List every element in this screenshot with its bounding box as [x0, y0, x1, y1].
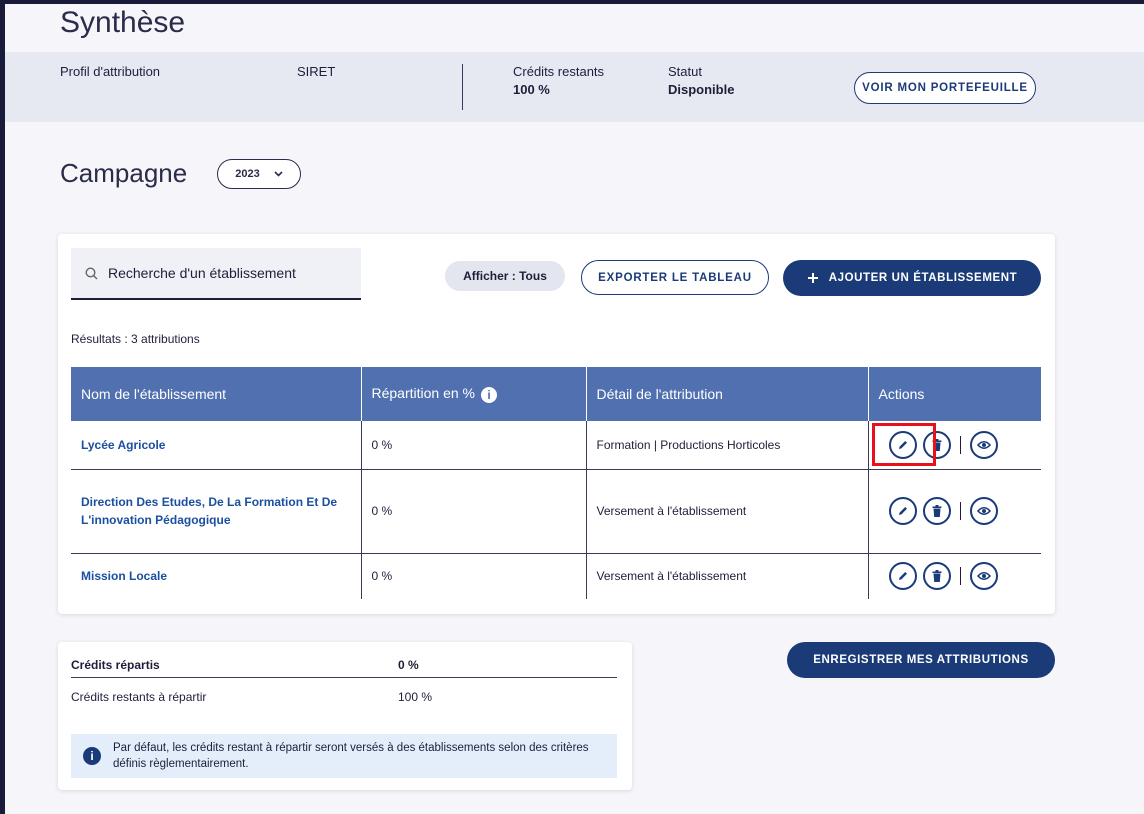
- establishment-name[interactable]: Mission Locale: [71, 553, 362, 599]
- credits-remaining-label: Crédits restants à répartir: [71, 690, 207, 704]
- establishment-name[interactable]: Lycée Agricole: [71, 421, 362, 470]
- actions-cell: [868, 469, 1041, 554]
- table-row: Direction Des Etudes, De La Formation Et…: [71, 469, 1041, 554]
- credits-allocated-row: Crédits répartis 0 %: [71, 652, 617, 678]
- actions-divider: [959, 502, 961, 520]
- year-value: 2023: [235, 168, 260, 180]
- detail-cell: Formation | Productions Horticoles: [586, 421, 869, 470]
- search-box[interactable]: [71, 248, 361, 300]
- edit-button[interactable]: [888, 562, 917, 591]
- column-percent-label: Répartition en %: [371, 385, 476, 402]
- percent-cell: 0 %: [361, 553, 587, 599]
- year-select[interactable]: 2023: [217, 159, 301, 189]
- credits-remaining-value: 100 %: [398, 690, 433, 704]
- eye-icon: [977, 506, 991, 516]
- info-icon[interactable]: i: [481, 386, 498, 403]
- view-button[interactable]: [970, 497, 998, 525]
- detail-cell: Versement à l'établissement: [586, 553, 869, 599]
- attributions-table: Nom de l'établissement Répartition en % i…: [71, 367, 1041, 599]
- credits-allocated-label: Crédits répartis: [71, 657, 160, 672]
- info-note: i Par défaut, les crédits restant à répa…: [71, 734, 617, 778]
- chevron-down-icon: [274, 171, 283, 177]
- column-header: Répartition en % i: [361, 367, 587, 421]
- results-count: Résultats : 3 attributions: [71, 332, 200, 346]
- info-icon: i: [83, 747, 101, 765]
- delete-button[interactable]: [922, 497, 951, 525]
- search-input[interactable]: [108, 265, 338, 281]
- view-button[interactable]: [970, 562, 998, 591]
- credits-value: 100 %: [513, 82, 550, 97]
- summary-divider: [462, 64, 463, 110]
- edit-highlight-box: [872, 423, 936, 466]
- edit-button[interactable]: [888, 497, 917, 525]
- credits-remaining-row: Crédits restants à répartir 100 %: [71, 684, 617, 710]
- actions-divider: [959, 567, 961, 586]
- detail-cell: Versement à l'établissement: [586, 469, 869, 554]
- column-actions-label: Actions: [878, 386, 925, 402]
- status-label: Statut: [668, 64, 702, 79]
- actions-divider: [959, 435, 961, 454]
- siret-label: SIRET: [297, 64, 336, 79]
- page-title: Synthèse: [60, 6, 186, 39]
- export-button[interactable]: EXPORTER LE TABLEAU: [581, 260, 769, 295]
- add-button-label: AJOUTER UN ÉTABLISSEMENT: [828, 272, 1018, 284]
- save-attributions-button[interactable]: ENREGISTRER MES ATTRIBUTIONS: [787, 642, 1055, 678]
- wallet-button[interactable]: VOIR MON PORTEFEUILLE: [854, 72, 1036, 104]
- delete-button[interactable]: [922, 562, 951, 591]
- column-header: Détail de l'attribution: [586, 367, 869, 421]
- column-header: Actions: [868, 367, 1041, 421]
- actions-cell: [868, 553, 1041, 599]
- eye-icon: [977, 572, 991, 581]
- trash-icon: [932, 570, 941, 583]
- plus-icon: [807, 273, 818, 283]
- eye-icon: [977, 440, 991, 449]
- column-name-label: Nom de l'établissement: [81, 386, 227, 402]
- establishment-name[interactable]: Direction Des Etudes, De La Formation Et…: [71, 469, 362, 554]
- info-note-text: Par défaut, les crédits restant à répart…: [113, 742, 589, 770]
- summary-band: Profil d'attribution SIRET Crédits resta…: [5, 52, 1144, 122]
- table-row: Mission Locale 0 % Versement à l'établis…: [71, 553, 1041, 599]
- percent-cell: 0 %: [361, 469, 587, 554]
- column-detail-label: Détail de l'attribution: [596, 386, 723, 402]
- view-button[interactable]: [970, 430, 998, 459]
- credits-label: Crédits restants: [513, 64, 605, 79]
- search-icon: [85, 266, 98, 279]
- campaign-title: Campagne: [60, 158, 188, 188]
- table-header: Nom de l'établissement Répartition en % i…: [71, 367, 1041, 421]
- pencil-icon: [898, 507, 907, 515]
- status-value: Disponible: [668, 82, 735, 97]
- profile-label: Profil d'attribution: [60, 64, 161, 79]
- percent-cell: 0 %: [361, 421, 587, 470]
- filter-pill[interactable]: Afficher : Tous: [445, 261, 565, 291]
- credits-allocated-value: 0 %: [398, 657, 419, 672]
- trash-icon: [932, 505, 941, 517]
- credits-card: Crédits répartis 0 % Crédits restants à …: [58, 642, 632, 790]
- add-establishment-button[interactable]: AJOUTER UN ÉTABLISSEMENT: [783, 260, 1041, 296]
- pencil-icon: [898, 572, 907, 581]
- column-header: Nom de l'établissement: [71, 367, 362, 421]
